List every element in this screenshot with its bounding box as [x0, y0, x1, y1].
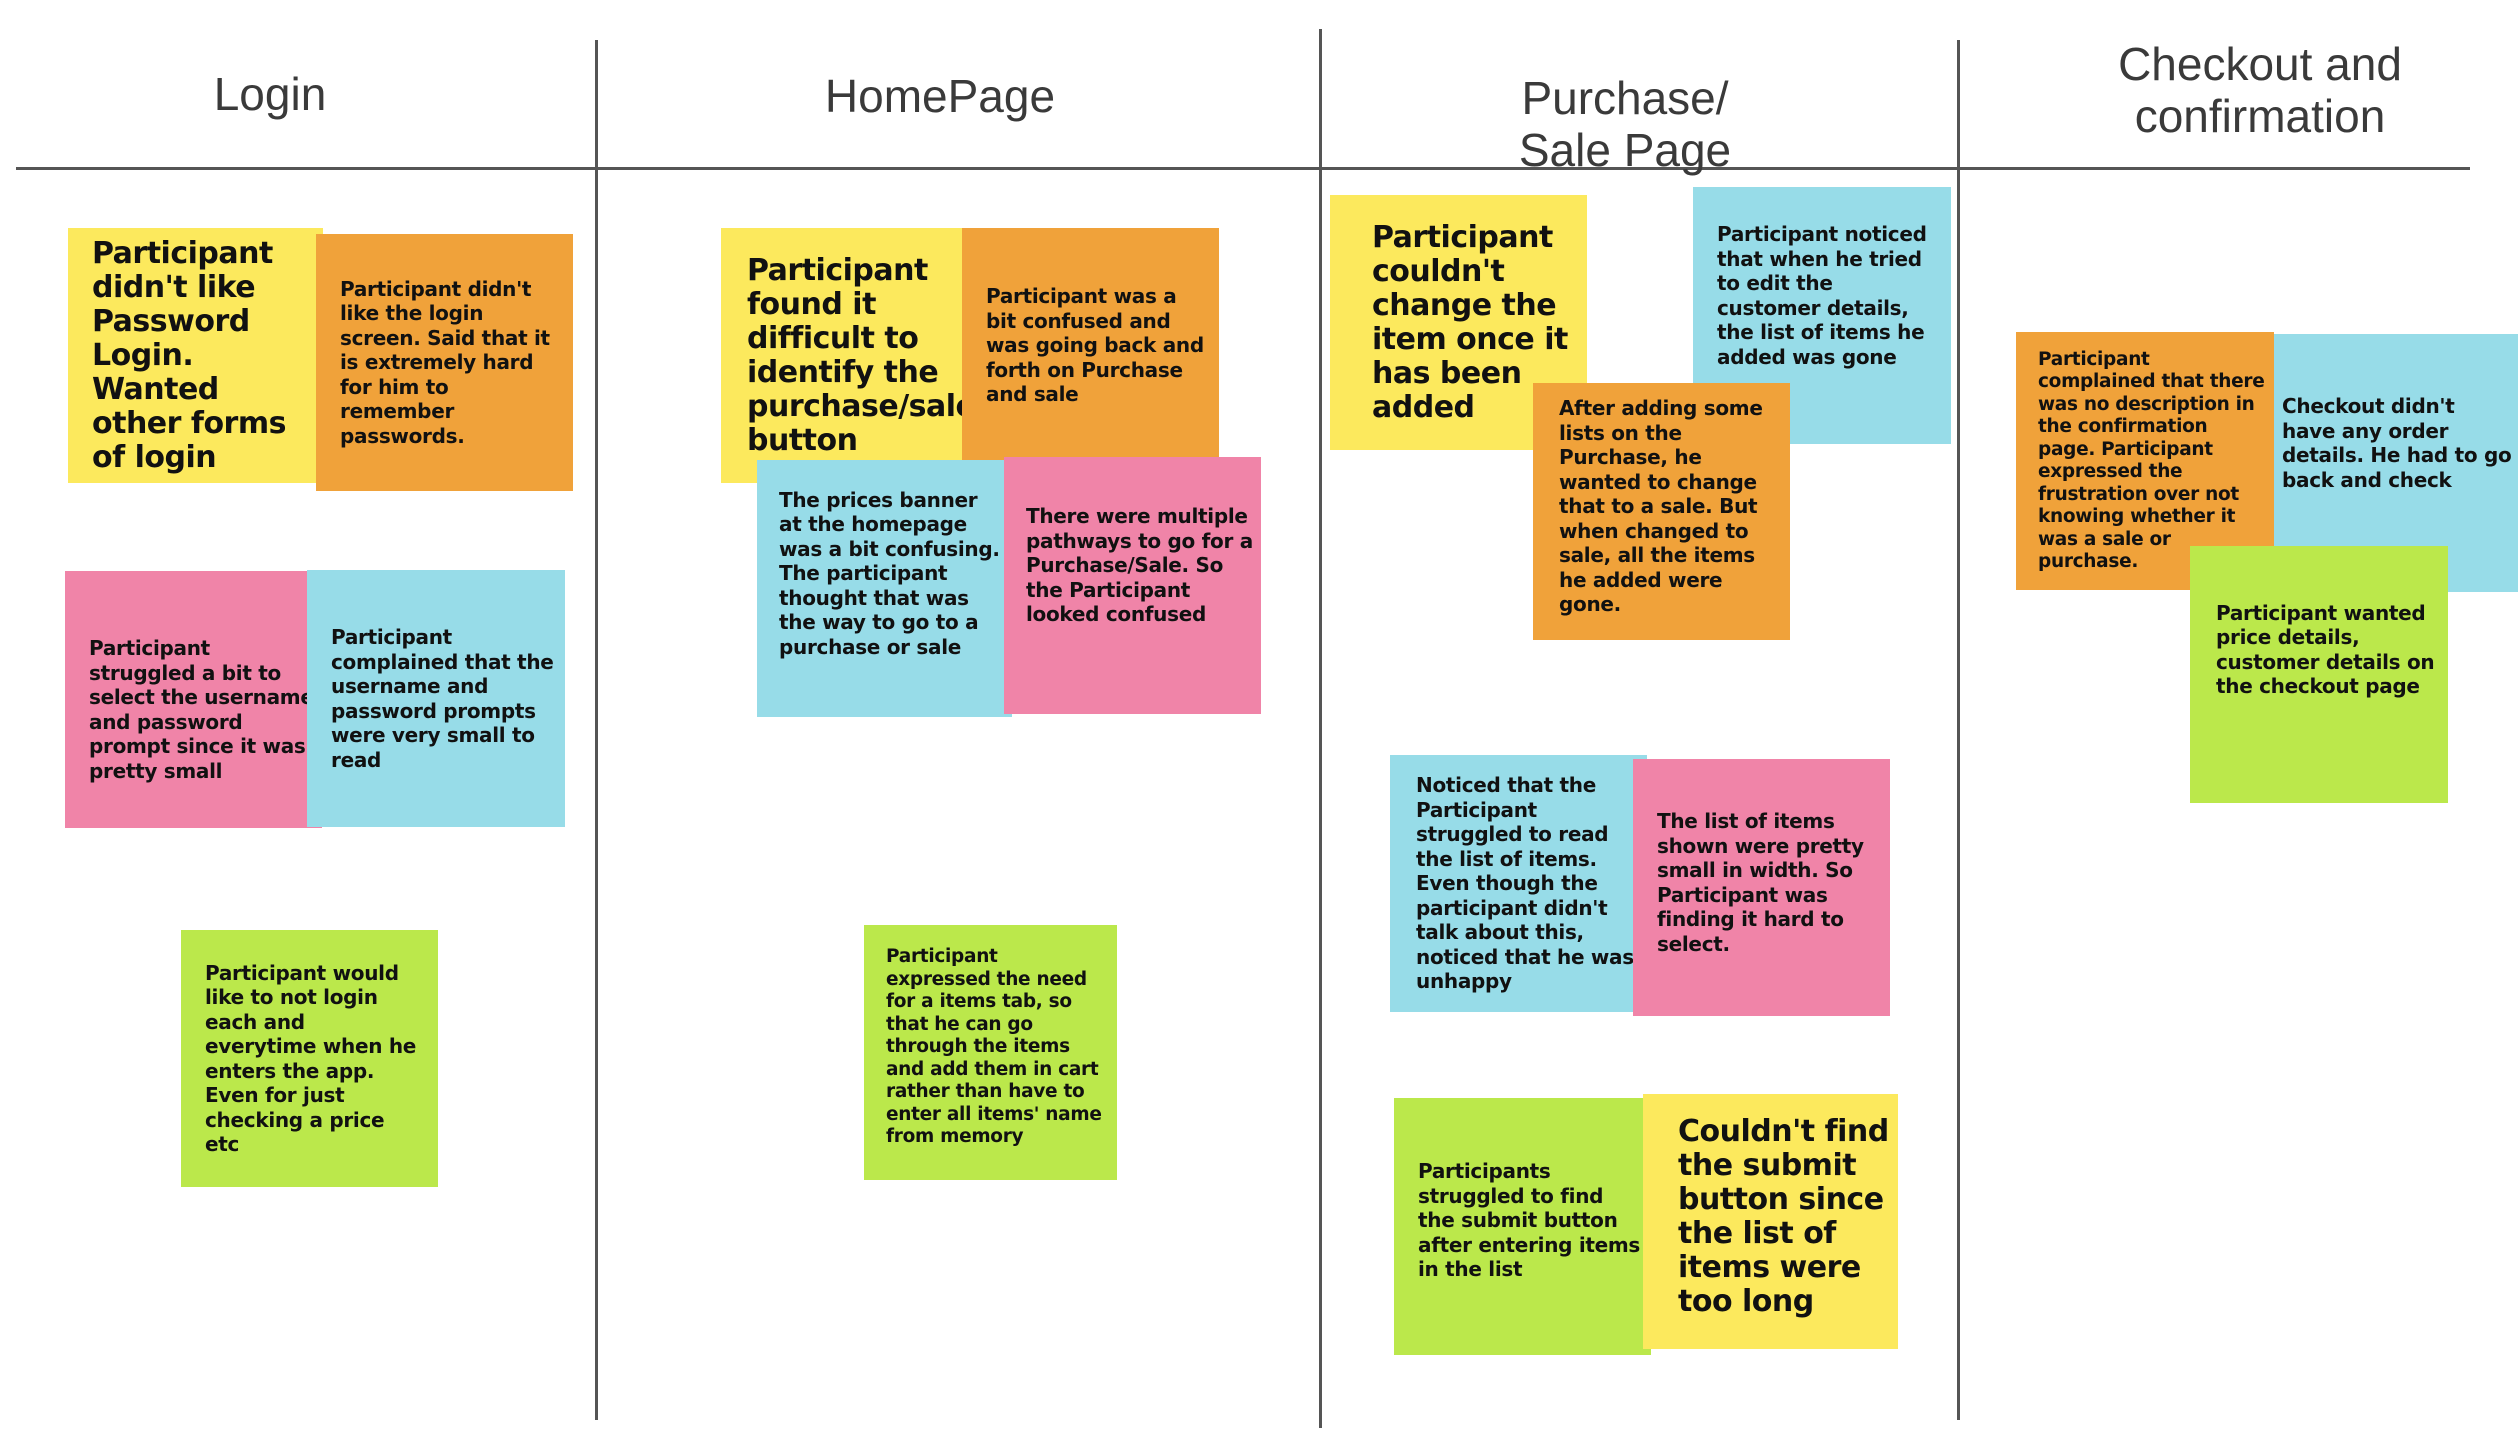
column-title-login: Login: [213, 68, 327, 120]
sticky-note-text: Participant noticed that when he tried t…: [1717, 222, 1927, 369]
sticky-note[interactable]: The prices banner at the homepage was a …: [757, 460, 1012, 717]
sticky-note-text: There were multiple pathways to go for a…: [1026, 504, 1253, 627]
sticky-note[interactable]: After adding some lists on the Purchase,…: [1533, 383, 1790, 640]
column-divider-3: [1957, 40, 1960, 1420]
sticky-note[interactable]: Participant expressed the need for a ite…: [864, 925, 1117, 1180]
sticky-note-text: Participant didn't like the login screen…: [340, 276, 550, 448]
sticky-note-text: Checkout didn't have any order details. …: [2282, 394, 2512, 492]
sticky-note-text: Participant would like to not login each…: [205, 960, 417, 1157]
sticky-note-text: After adding some lists on the Purchase,…: [1559, 396, 1763, 617]
sticky-note-text: The list of items shown were pretty smal…: [1657, 809, 1864, 956]
sticky-note-text: Participant complained that the username…: [331, 625, 554, 772]
sticky-note[interactable]: Participant didn't like the login screen…: [316, 234, 573, 491]
sticky-note[interactable]: Participant would like to not login each…: [181, 930, 438, 1187]
column-title-homepage: HomePage: [824, 70, 1056, 122]
sticky-note-text: The prices banner at the homepage was a …: [779, 487, 1000, 659]
sticky-note[interactable]: Participant didn't like Password Login. …: [68, 228, 323, 483]
sticky-note[interactable]: Participant complained that the username…: [307, 570, 565, 827]
sticky-note[interactable]: Couldn't find the submit button since th…: [1643, 1094, 1898, 1349]
header-divider-line: [16, 167, 2470, 170]
sticky-note-text: Participant was a bit confused and was g…: [986, 284, 1204, 407]
sticky-note[interactable]: The list of items shown were pretty smal…: [1633, 759, 1890, 1016]
sticky-note[interactable]: Participant was a bit confused and was g…: [962, 228, 1219, 483]
sticky-note-text: Participant found it difficult to identi…: [747, 252, 976, 458]
sticky-note[interactable]: There were multiple pathways to go for a…: [1004, 457, 1261, 714]
sticky-note-text: Participant expressed the need for a ite…: [886, 946, 1102, 1148]
sticky-note[interactable]: Participant found it difficult to identi…: [721, 228, 976, 483]
sticky-note-text: Couldn't find the submit button since th…: [1678, 1113, 1889, 1319]
sticky-note[interactable]: Participant struggled a bit to select th…: [65, 571, 322, 828]
column-title-purchase-sale-page: Purchase/ Sale Page: [1518, 72, 1732, 176]
column-divider-2: [1319, 29, 1322, 1428]
column-title-checkout-confirmation: Checkout and confirmation: [2118, 38, 2402, 142]
sticky-note[interactable]: Participants struggled to find the submi…: [1394, 1098, 1651, 1355]
sticky-note[interactable]: Participant wanted price details, custom…: [2190, 546, 2448, 803]
sticky-note-text: Participants struggled to find the submi…: [1418, 1159, 1641, 1282]
column-divider-1: [595, 40, 598, 1420]
sticky-note-text: Participant wanted price details, custom…: [2216, 600, 2435, 699]
sticky-note-text: Participant struggled a bit to select th…: [89, 636, 314, 783]
sticky-note-text: Participant complained that there was no…: [2038, 348, 2265, 573]
sticky-note[interactable]: Noticed that the Participant struggled t…: [1390, 755, 1647, 1012]
sticky-note-text: Noticed that the Participant struggled t…: [1416, 773, 1634, 994]
sticky-note-text: Participant didn't like Password Login. …: [92, 235, 286, 475]
